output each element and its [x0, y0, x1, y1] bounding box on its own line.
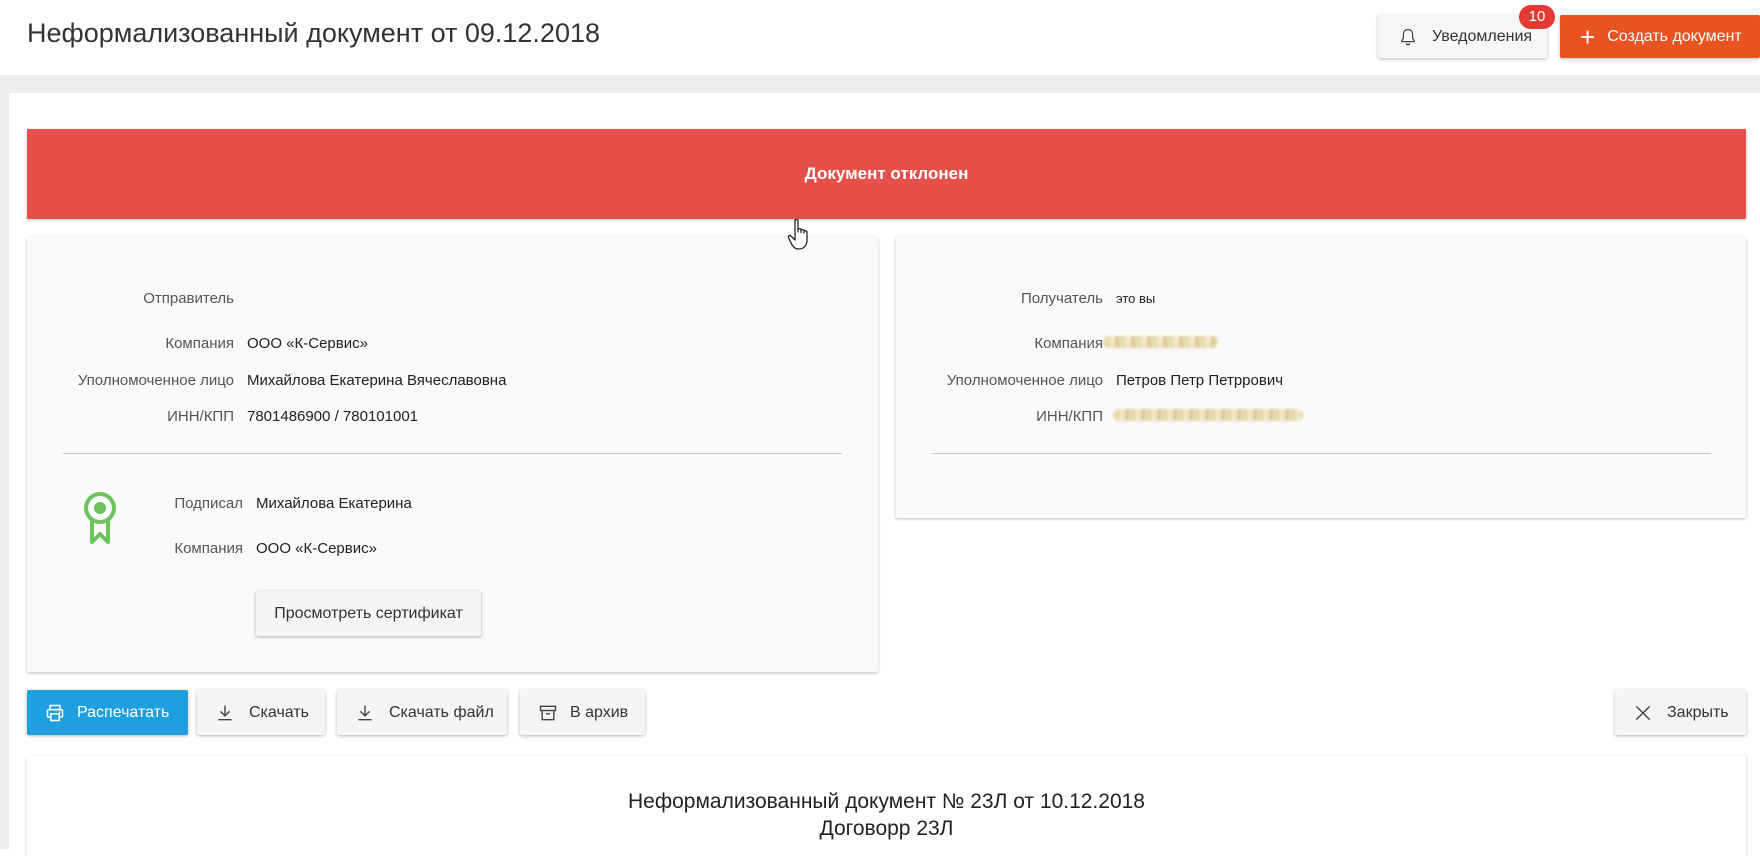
recipient-heading-note: это вы: [1116, 291, 1156, 306]
page-background-strip: [0, 75, 1760, 93]
sender-authorized-label: Уполномоченное лицо: [77, 372, 234, 389]
top-bar: Неформализованный документ от 09.12.2018…: [0, 0, 1760, 75]
printer-icon: [46, 704, 64, 721]
archive-icon: [539, 705, 557, 720]
signer-label: Подписал: [174, 495, 243, 512]
notifications-label: Уведомления: [1432, 27, 1533, 45]
signer-row: Подписал Михайлова Екатерина: [140, 495, 412, 512]
close-icon: [1635, 705, 1651, 720]
sender-authorized-row: Уполномоченное лицо Михайлова Екатерина …: [60, 372, 507, 389]
document-title: Неформализованный документ № 23Л от 10.1…: [627, 790, 1145, 813]
view-certificate-label: Просмотреть сертификат: [274, 604, 463, 622]
print-label: Распечатать: [77, 703, 170, 721]
download-file-icon: [358, 705, 372, 720]
sender-divider: [63, 453, 842, 454]
document-subtitle: Договорр 23Л: [819, 817, 954, 840]
plus-icon: +: [1580, 21, 1596, 52]
close-label: Закрыть: [1667, 703, 1729, 721]
sender-heading-row: Отправитель: [60, 290, 234, 307]
signer-company-value: ООО «К-Сервис»: [256, 540, 377, 557]
download-file-label: Скачать файл: [389, 703, 494, 721]
create-document-button[interactable]: + Создать документ: [1560, 15, 1760, 58]
hand-cursor-icon: [787, 218, 808, 250]
sender-authorized-value: Михайлова Екатерина Вячеславовна: [247, 372, 507, 389]
sender-inn-label: ИНН/КПП: [167, 408, 234, 425]
sender-company-row: Компания ООО «К-Сервис»: [60, 335, 368, 352]
sender-company-label: Компания: [165, 335, 234, 352]
recipient-authorized-label: Уполномоченное лицо: [946, 372, 1103, 389]
document-preview: Неформализованный документ № 23Л от 10.1…: [27, 756, 1746, 856]
recipient-inn-label: ИНН/КПП: [1036, 408, 1103, 425]
page-title: Неформализованный документ от 09.12.2018: [27, 18, 600, 48]
recipient-authorized-row: Уполномоченное лицо Петров Петр Петррови…: [905, 372, 1283, 389]
certificate-icon: [84, 492, 116, 544]
archive-label: В архив: [570, 703, 629, 721]
download-icon: [218, 705, 232, 720]
view-certificate-button[interactable]: Просмотреть сертификат: [256, 591, 481, 636]
status-banner: Документ отклонен: [27, 129, 1746, 219]
recipient-company-label: Компания: [1034, 335, 1103, 352]
redacted-inn: [1113, 409, 1303, 421]
download-file-button[interactable]: Скачать файл: [337, 690, 507, 735]
create-document-label: Создать документ: [1607, 27, 1742, 45]
recipient-authorized-value: Петров Петр Петррович: [1116, 372, 1284, 389]
signer-company-row: Компания ООО «К-Сервис»: [140, 540, 377, 557]
redacted-company: [1103, 336, 1218, 348]
sender-inn-row: ИНН/КПП 7801486900 / 780101001: [60, 408, 418, 425]
notifications-count-badge: 10: [1519, 5, 1555, 29]
close-button[interactable]: Закрыть: [1615, 690, 1746, 735]
signer-value: Михайлова Екатерина: [256, 495, 412, 512]
sender-inn-value: 7801486900 / 780101001: [247, 408, 419, 425]
recipient-inn-row: ИНН/КПП: [905, 408, 1303, 425]
download-label: Скачать: [249, 703, 309, 721]
recipient-heading: Получатель: [1021, 290, 1103, 307]
recipient-heading-row: Получатель это вы: [905, 290, 1155, 307]
sender-heading: Отправитель: [143, 290, 234, 307]
signer-company-label: Компания: [174, 540, 243, 557]
bell-icon: [1401, 28, 1415, 45]
page-background-left: [0, 75, 9, 849]
recipient-divider: [932, 453, 1711, 454]
archive-button[interactable]: В архив: [520, 690, 645, 735]
download-button[interactable]: Скачать: [197, 690, 325, 735]
recipient-company-row: Компания: [905, 335, 1218, 352]
sender-company-value: ООО «К-Сервис»: [247, 335, 368, 352]
print-button[interactable]: Распечатать: [27, 690, 188, 735]
